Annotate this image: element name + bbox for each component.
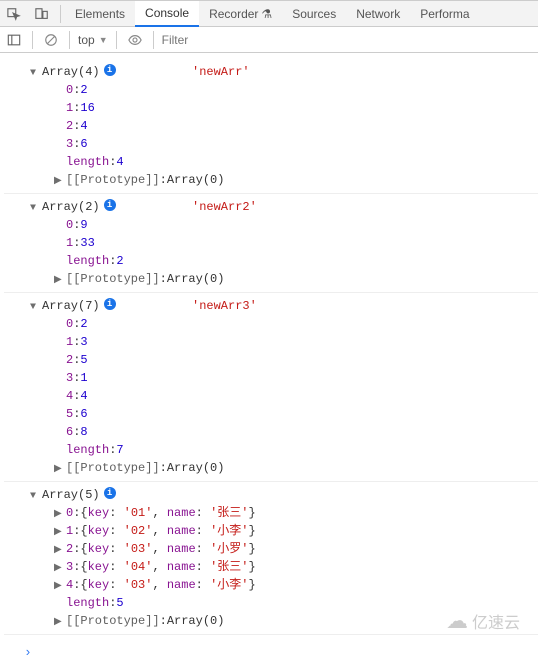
array-item[interactable]: 0: 9 [4, 216, 538, 234]
array-item[interactable]: ▶3: {key: '04', name: '张三'} [4, 558, 538, 576]
live-expression-icon[interactable] [125, 30, 145, 50]
tab-network[interactable]: Network [346, 1, 410, 27]
inspect-icon[interactable] [0, 7, 28, 21]
tab-sources[interactable]: Sources [282, 1, 346, 27]
sidebar-toggle-icon[interactable] [4, 30, 24, 50]
info-icon[interactable]: i [104, 199, 116, 211]
console-prompt[interactable]: › [0, 641, 538, 660]
array-item[interactable]: ▶4: {key: '03', name: '小李'} [4, 576, 538, 594]
console-output: ▼Array(4)i'newArr'0: 21: 162: 43: 6lengt… [0, 53, 538, 641]
array-header[interactable]: ▼Array(2)i'newArr2' [4, 198, 538, 216]
array-item[interactable]: ▶1: {key: '02', name: '小李'} [4, 522, 538, 540]
console-toolbar: top▼ [0, 27, 538, 53]
array-header[interactable]: ▼Array(4)i'newArr' [4, 63, 538, 81]
array-header[interactable]: ▼Array(5)i [4, 486, 538, 504]
array-length: length: 2 [4, 252, 538, 270]
array-item[interactable]: 0: 2 [4, 81, 538, 99]
array-prototype[interactable]: ▶[[Prototype]]: Array(0) [4, 459, 538, 477]
device-icon[interactable] [28, 7, 56, 21]
array-item[interactable]: ▶2: {key: '03', name: '小罗'} [4, 540, 538, 558]
array-item[interactable]: 1: 3 [4, 333, 538, 351]
devtools-tabs: Elements Console Recorder⚗ Sources Netwo… [0, 1, 538, 27]
log-entry: ▼Array(4)i'newArr'0: 21: 162: 43: 6lengt… [4, 59, 538, 194]
array-item[interactable]: ▶0: {key: '01', name: '张三'} [4, 504, 538, 522]
info-icon[interactable]: i [104, 64, 116, 76]
clear-console-icon[interactable] [41, 30, 61, 50]
log-entry: ▼Array(2)i'newArr2'0: 91: 33length: 2▶[[… [4, 194, 538, 293]
log-entry: ▼Array(7)i'newArr3'0: 21: 32: 53: 14: 45… [4, 293, 538, 482]
array-item[interactable]: 2: 5 [4, 351, 538, 369]
chevron-down-icon: ▼ [99, 35, 108, 45]
watermark: ☁ 亿速云 [446, 608, 520, 634]
array-length: length: 7 [4, 441, 538, 459]
array-item[interactable]: 1: 33 [4, 234, 538, 252]
array-item[interactable]: 3: 6 [4, 135, 538, 153]
array-item[interactable]: 5: 6 [4, 405, 538, 423]
array-prototype[interactable]: ▶[[Prototype]]: Array(0) [4, 171, 538, 189]
array-length: length: 4 [4, 153, 538, 171]
tab-recorder[interactable]: Recorder⚗ [199, 1, 282, 27]
array-header[interactable]: ▼Array(7)i'newArr3' [4, 297, 538, 315]
array-item[interactable]: 3: 1 [4, 369, 538, 387]
array-item[interactable]: 2: 4 [4, 117, 538, 135]
array-item[interactable]: 4: 4 [4, 387, 538, 405]
array-prototype[interactable]: ▶[[Prototype]]: Array(0) [4, 270, 538, 288]
array-item[interactable]: 6: 8 [4, 423, 538, 441]
info-icon[interactable]: i [104, 298, 116, 310]
array-item[interactable]: 0: 2 [4, 315, 538, 333]
filter-input[interactable] [162, 33, 534, 47]
info-icon[interactable]: i [104, 487, 116, 499]
array-item[interactable]: 1: 16 [4, 99, 538, 117]
tab-elements[interactable]: Elements [65, 1, 135, 27]
context-selector[interactable]: top▼ [78, 33, 108, 47]
tab-console[interactable]: Console [135, 1, 199, 27]
cloud-icon: ☁ [446, 608, 468, 634]
beaker-icon: ⚗ [261, 7, 272, 21]
tab-performance[interactable]: Performa [410, 1, 479, 27]
